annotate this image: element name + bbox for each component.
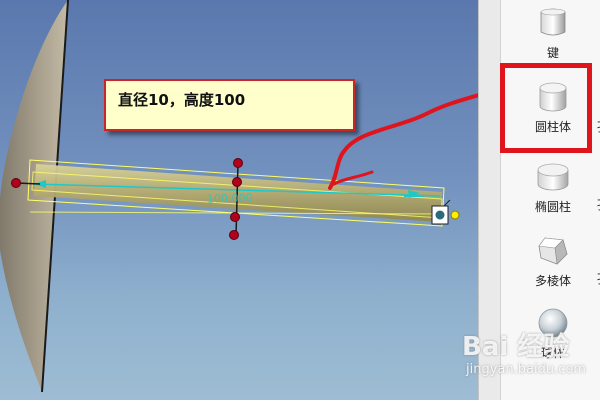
callout-text: 直径10，高度100: [118, 91, 246, 109]
shape-label-key: 键: [546, 46, 559, 60]
cylinder-shape-icon: [539, 82, 567, 112]
shape-item-cylinder[interactable]: 圆柱体: [521, 80, 585, 140]
shape-item-prism[interactable]: 多棱体: [521, 234, 585, 294]
dimension-value: 100.000: [206, 191, 253, 206]
annotation-callout: 直径10，高度100: [104, 79, 355, 131]
screen: 直径10，高度100 100.000 键 圆柱体 椭圆柱 多棱体 球体 Bai …: [0, 0, 600, 400]
elliptic-cylinder-shape-icon: [537, 163, 569, 191]
shape-label-elliptic-cylinder: 椭圆柱: [534, 200, 571, 214]
prism-shape-icon: [538, 237, 568, 265]
shape-label-prism: 多棱体: [534, 274, 571, 288]
watermark-url: jingyan.baidu.com: [466, 362, 586, 377]
shape-item-elliptic-cylinder[interactable]: 椭圆柱: [521, 160, 585, 220]
key-shape-icon: [540, 8, 566, 36]
shape-label-cylinder: 圆柱体: [534, 120, 571, 134]
watermark-logo: Bai 经验: [462, 332, 570, 362]
3d-viewport[interactable]: 直径10，高度100 100.000: [0, 0, 478, 400]
shape-item-key[interactable]: 键: [521, 6, 585, 66]
